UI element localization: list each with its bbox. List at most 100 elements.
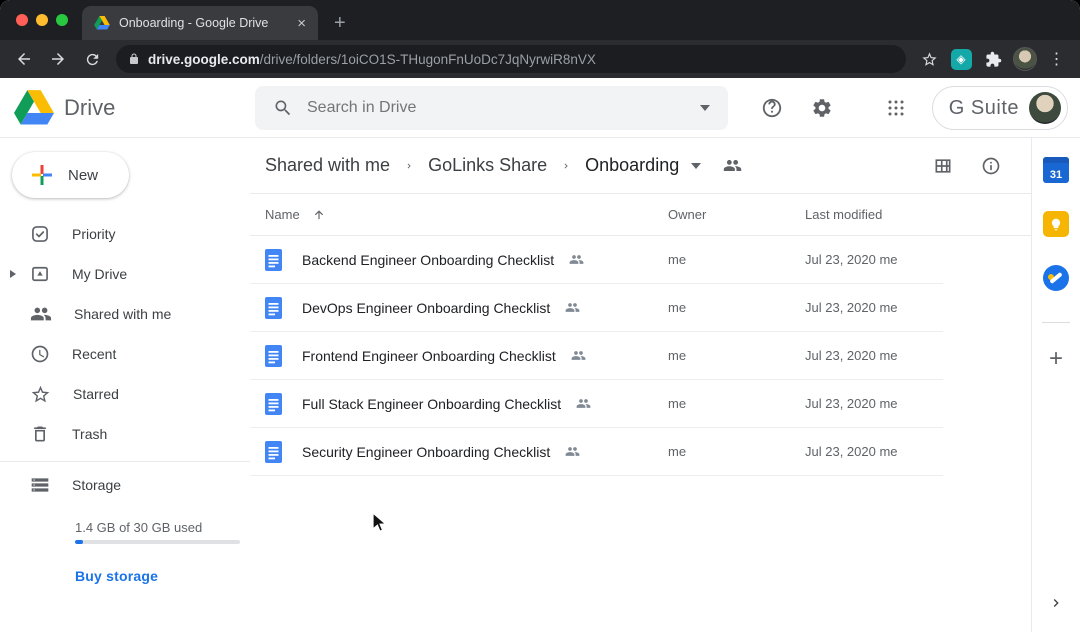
help-icon[interactable]: [752, 88, 792, 128]
drive-logo[interactable]: Drive: [0, 90, 250, 126]
browser-profile-avatar[interactable]: [1012, 46, 1038, 72]
sidebar-item-trash[interactable]: Trash: [0, 414, 250, 454]
buy-storage-link[interactable]: Buy storage: [75, 568, 158, 584]
breadcrumb-onboarding[interactable]: Onboarding: [585, 155, 679, 176]
url-path: /drive/folders/1oiCO1S-THugonFnUoDc7JqNy…: [260, 52, 596, 67]
file-owner: me: [668, 396, 805, 411]
my-drive-icon: [30, 264, 50, 284]
zoom-window-button[interactable]: [56, 14, 68, 26]
mouse-cursor: [372, 512, 388, 539]
sidebar-item-label: Priority: [72, 226, 116, 242]
column-name[interactable]: Name: [265, 207, 300, 222]
file-list: Backend Engineer Onboarding Checklist me…: [250, 236, 943, 476]
close-tab-icon[interactable]: ×: [295, 15, 308, 32]
forward-icon[interactable]: [44, 45, 72, 73]
storage-icon: [30, 475, 50, 495]
drive-favicon: [94, 16, 110, 30]
file-modified: Jul 23, 2020 me: [805, 396, 943, 411]
extensions-puzzle-icon[interactable]: [980, 46, 1006, 72]
keep-icon[interactable]: [1042, 210, 1070, 238]
breadcrumb-separator-icon: [404, 158, 414, 174]
google-doc-icon: [265, 441, 282, 463]
bookmark-star-icon[interactable]: [916, 46, 942, 72]
extension-badge-icon[interactable]: ◈: [948, 46, 974, 72]
info-icon[interactable]: [981, 156, 1001, 176]
file-shared-icon: [565, 300, 580, 315]
new-button-label: New: [68, 167, 98, 184]
back-icon[interactable]: [10, 45, 38, 73]
drive-header: Drive G Suite: [0, 78, 1080, 138]
sidebar-item-label: Trash: [72, 426, 107, 442]
folder-shared-icon: [723, 156, 742, 175]
file-shared-icon: [571, 348, 586, 363]
storage-progress-fill: [75, 540, 83, 544]
file-modified: Jul 23, 2020 me: [805, 444, 943, 459]
side-panel-rail: 31 +: [1032, 138, 1080, 632]
tab-title: Onboarding - Google Drive: [119, 16, 286, 30]
search-icon: [273, 98, 293, 118]
sidebar-item-storage[interactable]: Storage: [0, 461, 250, 501]
sidebar: New Priority My Drive Shared with me: [0, 138, 250, 632]
google-doc-icon: [265, 297, 282, 319]
get-add-ons-icon[interactable]: +: [1049, 345, 1063, 373]
trash-icon: [30, 424, 50, 444]
table-header: Name Owner Last modified: [250, 194, 1031, 236]
url-text: drive.google.com/drive/folders/1oiCO1S-T…: [148, 52, 596, 67]
sort-ascending-icon[interactable]: [312, 208, 326, 222]
google-apps-grid-icon[interactable]: [876, 88, 916, 128]
file-name: DevOps Engineer Onboarding Checklist: [302, 300, 550, 316]
expand-arrow-icon[interactable]: [10, 270, 16, 278]
sidebar-item-my-drive[interactable]: My Drive: [0, 254, 250, 294]
sidebar-item-starred[interactable]: Starred: [0, 374, 250, 414]
search-options-caret-icon[interactable]: [700, 105, 710, 111]
grid-view-icon[interactable]: [933, 156, 953, 176]
new-button[interactable]: New: [12, 152, 129, 198]
file-name: Full Stack Engineer Onboarding Checklist: [302, 396, 561, 412]
file-modified: Jul 23, 2020 me: [805, 348, 943, 363]
drive-wordmark: Drive: [64, 95, 115, 121]
close-window-button[interactable]: [16, 14, 28, 26]
file-row[interactable]: Frontend Engineer Onboarding Checklist m…: [250, 332, 943, 380]
gsuite-label: G Suite: [949, 97, 1019, 120]
breadcrumb-shared-with-me[interactable]: Shared with me: [265, 155, 390, 176]
folder-menu-caret-icon[interactable]: [691, 163, 701, 169]
lock-icon: [128, 52, 140, 66]
gsuite-account-badge[interactable]: G Suite: [932, 86, 1068, 130]
sidebar-item-label: Storage: [72, 477, 121, 493]
tab-strip: Onboarding - Google Drive × +: [0, 0, 1080, 40]
file-name: Backend Engineer Onboarding Checklist: [302, 252, 554, 268]
file-modified: Jul 23, 2020 me: [805, 252, 943, 267]
file-row[interactable]: Full Stack Engineer Onboarding Checklist…: [250, 380, 943, 428]
main-content: Shared with me GoLinks Share Onboarding: [250, 138, 1032, 632]
settings-gear-icon[interactable]: [802, 88, 842, 128]
sidebar-item-recent[interactable]: Recent: [0, 334, 250, 374]
search-input[interactable]: [307, 99, 686, 117]
breadcrumb: Shared with me GoLinks Share Onboarding: [250, 138, 1031, 194]
file-row[interactable]: Security Engineer Onboarding Checklist m…: [250, 428, 943, 476]
file-row[interactable]: Backend Engineer Onboarding Checklist me…: [250, 236, 943, 284]
minimize-window-button[interactable]: [36, 14, 48, 26]
search-bar[interactable]: [255, 86, 728, 130]
browser-tab[interactable]: Onboarding - Google Drive ×: [82, 6, 318, 40]
reload-icon[interactable]: [78, 45, 106, 73]
sidebar-item-shared-with-me[interactable]: Shared with me: [0, 294, 250, 334]
account-avatar[interactable]: [1029, 92, 1061, 124]
browser-menu-icon[interactable]: ⋮: [1044, 46, 1070, 72]
hide-panel-chevron-icon[interactable]: [1048, 595, 1064, 616]
new-tab-button[interactable]: +: [334, 12, 346, 35]
sidebar-item-priority[interactable]: Priority: [0, 214, 250, 254]
storage-progress-bar: [75, 540, 240, 544]
column-last-modified[interactable]: Last modified: [805, 207, 1031, 222]
file-owner: me: [668, 300, 805, 315]
breadcrumb-golinks-share[interactable]: GoLinks Share: [428, 155, 547, 176]
tasks-icon[interactable]: [1042, 264, 1070, 292]
browser-window: Onboarding - Google Drive × + drive.goog…: [0, 0, 1080, 632]
address-bar[interactable]: drive.google.com/drive/folders/1oiCO1S-T…: [116, 45, 906, 73]
column-owner[interactable]: Owner: [668, 207, 805, 222]
file-shared-icon: [576, 396, 591, 411]
calendar-icon[interactable]: 31: [1042, 156, 1070, 184]
sidebar-item-label: Starred: [73, 386, 119, 402]
starred-icon: [30, 384, 51, 405]
file-row[interactable]: DevOps Engineer Onboarding Checklist me …: [250, 284, 943, 332]
file-owner: me: [668, 348, 805, 363]
